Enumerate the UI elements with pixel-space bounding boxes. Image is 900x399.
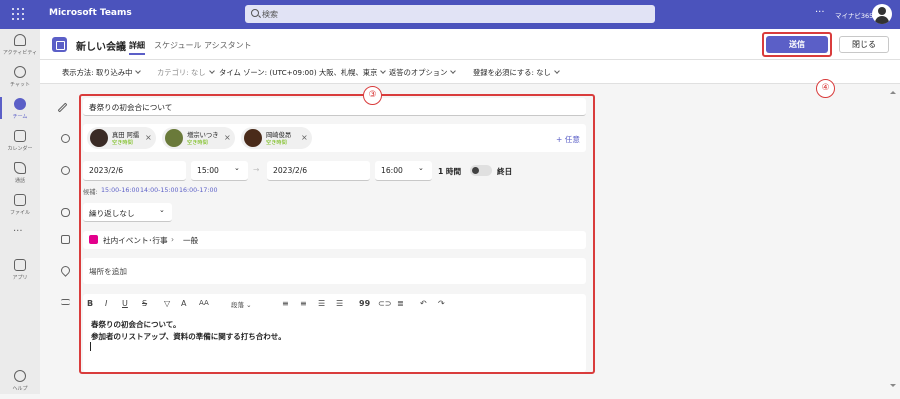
calendar-icon [52,37,67,52]
user-avatar[interactable] [872,4,892,24]
timezone-label: タイム ゾーン: (UTC+09:00) 大阪、札幌、東京 [219,68,378,77]
tab-details[interactable]: 詳細 [129,40,145,55]
tab-scheduling-assistant[interactable]: スケジュール アシスタント [154,40,252,51]
rail-help[interactable]: ヘルプ [0,367,40,399]
response-options-dropdown[interactable]: 返答のオプション [389,68,457,78]
scrollbar[interactable] [888,88,896,390]
clock-icon [61,166,70,175]
view-label: 表示方法: 取り込み中 [62,68,133,77]
phone-icon [14,162,26,174]
chevron-down-icon [450,68,457,74]
help-icon [14,370,26,382]
rail-apps[interactable]: アプリ [0,256,40,288]
rail-files[interactable]: ファイル [0,191,40,223]
rail-calendar[interactable]: カレンダー [0,127,40,159]
chevron-down-icon [135,68,142,74]
attendees-icon [61,134,70,143]
top-bar: Microsoft Teams 検索 ··· マイナビ365 [0,0,900,29]
search-icon [251,9,259,17]
org-name: マイナビ365 [835,12,874,20]
apps-icon [14,259,26,271]
view-dropdown[interactable]: 表示方法: 取り込み中 [62,68,142,78]
category-label: カテゴリ: なし [157,68,206,77]
search-input[interactable]: 検索 [245,5,655,23]
more-apps-icon[interactable]: ··· [13,226,23,237]
category-dropdown[interactable]: カテゴリ: なし [157,68,215,78]
rail-teams[interactable]: チーム [0,95,40,127]
app-rail: アクティビティ チャット チーム カレンダー 通話 ファイル ··· アプリ ヘ… [0,29,40,394]
teams-icon [14,98,26,110]
search-placeholder: 検索 [262,10,278,19]
rail-label: ヘルプ [12,386,28,392]
rail-label: アプリ [12,275,28,281]
details-icon [61,299,70,305]
chevron-down-icon [553,68,560,74]
rail-label: 通話 [14,178,25,184]
send-button[interactable]: 送信 [766,36,828,53]
rail-label: アクティビティ [2,50,38,56]
registration-dropdown[interactable]: 登録を必須にする: なし [473,68,560,78]
registration-label: 登録を必須にする: なし [473,68,551,77]
app-launcher-icon[interactable] [12,8,24,20]
chat-icon [14,66,26,78]
app-title: Microsoft Teams [49,8,132,18]
rail-label: ファイル [9,210,30,216]
rail-label: カレンダー [7,146,33,152]
repeat-icon [61,208,70,217]
more-options-icon[interactable]: ··· [815,7,825,18]
chevron-down-icon [380,68,387,74]
rail-activity[interactable]: アクティビティ [0,31,40,63]
calendar-icon [14,130,26,142]
channel-icon [61,235,70,244]
page-title: 新しい会議 [76,42,126,53]
bell-icon [14,34,26,46]
editor-header: 新しい会議 詳細 スケジュール アシスタント 送信 閉じる [40,29,900,60]
options-bar: 表示方法: 取り込み中 カテゴリ: なし タイム ゾーン: (UTC+09:00… [40,60,900,84]
close-button[interactable]: 閉じる [839,36,889,53]
file-icon [14,194,26,206]
reply-label: 返答のオプション [389,68,448,77]
annotation-badge-4: ④ [816,79,835,98]
form-highlight [79,94,595,374]
rail-label: チーム [12,114,28,120]
timezone-dropdown[interactable]: タイム ゾーン: (UTC+09:00) 大阪、札幌、東京 [219,68,387,78]
rail-chat[interactable]: チャット [0,63,40,95]
rail-label: チャット [10,82,30,88]
rail-calls[interactable]: 通話 [0,159,40,191]
annotation-badge-3: ③ [363,86,382,105]
chevron-down-icon [208,68,215,74]
